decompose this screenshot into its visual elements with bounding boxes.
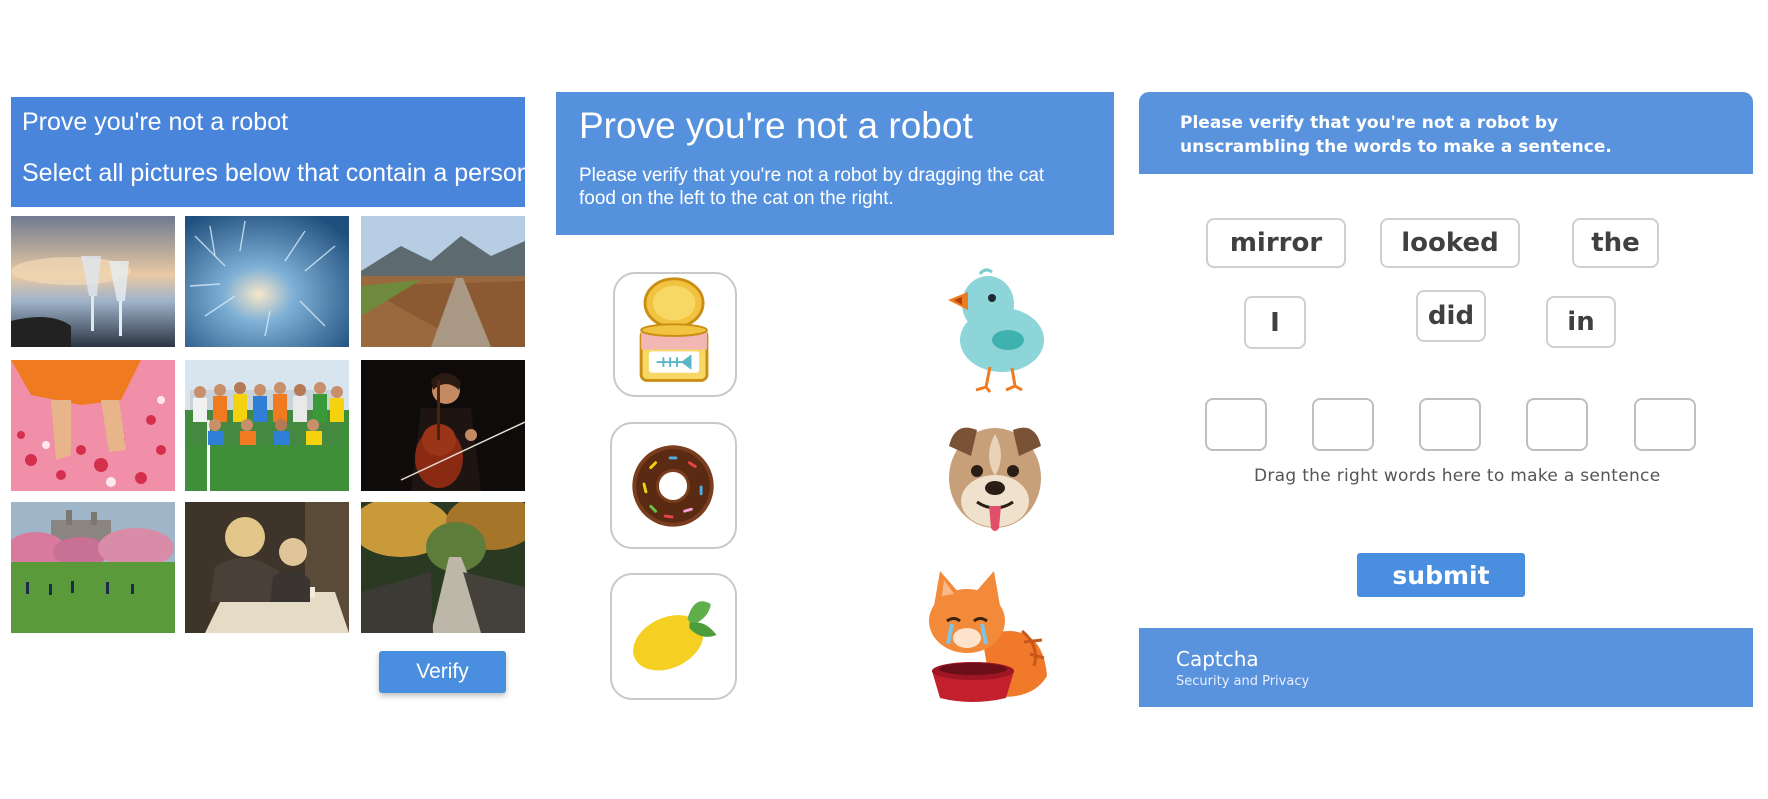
- drop-target-dog[interactable]: [941, 416, 1049, 544]
- sentence-slot[interactable]: [1526, 398, 1588, 451]
- word-tile[interactable]: I: [1244, 296, 1306, 349]
- draggable-donut[interactable]: [610, 422, 737, 549]
- submit-button[interactable]: submit: [1357, 553, 1525, 597]
- donut-icon: [632, 445, 714, 527]
- cat-food-can-icon: [639, 277, 709, 382]
- sentence-slot[interactable]: [1419, 398, 1481, 451]
- word-tile[interactable]: the: [1572, 218, 1659, 268]
- drag-captcha-title: Prove you're not a robot: [579, 105, 973, 146]
- word-tile[interactable]: looked: [1380, 218, 1520, 268]
- word-tile[interactable]: mirror: [1206, 218, 1346, 268]
- image-tile-cellist[interactable]: [361, 360, 525, 491]
- drag-captcha-description: Please verify that you're not a robot by…: [579, 165, 1045, 209]
- word-tile[interactable]: in: [1546, 296, 1616, 348]
- sentence-slot[interactable]: [1205, 398, 1267, 451]
- image-tile-reading[interactable]: [185, 502, 349, 633]
- image-captcha-instruction: Select all pictures below that contain a…: [22, 159, 531, 187]
- dog-icon: [949, 427, 1041, 531]
- footer-brand: Captcha: [1176, 647, 1259, 671]
- image-tile-champagne[interactable]: [11, 216, 175, 347]
- lemon-icon: [633, 601, 717, 671]
- drop-target-bird[interactable]: [940, 262, 1046, 396]
- cat-icon: [929, 571, 1047, 702]
- sentence-slot[interactable]: [1312, 398, 1374, 451]
- word-tile[interactable]: did: [1416, 290, 1486, 342]
- word-captcha-description: Please verify that you're not a robot by…: [1180, 113, 1612, 157]
- bird-icon: [948, 268, 1044, 393]
- image-captcha-title: Prove you're not a robot: [22, 108, 289, 136]
- drop-target-cat[interactable]: [922, 566, 1054, 706]
- verify-button[interactable]: Verify: [379, 651, 506, 693]
- footer-tagline: Security and Privacy: [1176, 674, 1310, 689]
- image-tile-frost[interactable]: [185, 216, 349, 347]
- image-tile-road[interactable]: [361, 216, 525, 347]
- drag-hint-text: Drag the right words here to make a sent…: [1254, 466, 1661, 486]
- image-tile-forest-path[interactable]: [361, 502, 525, 633]
- draggable-lemon[interactable]: [610, 573, 737, 700]
- image-tile-petals[interactable]: [11, 360, 175, 491]
- sentence-slot[interactable]: [1634, 398, 1696, 451]
- image-tile-team[interactable]: [185, 360, 349, 491]
- image-tile-park[interactable]: [11, 502, 175, 633]
- draggable-cat-food[interactable]: [613, 272, 737, 397]
